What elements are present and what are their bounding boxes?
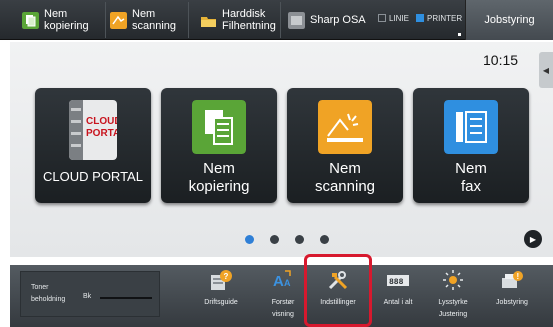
- quick-copy-label: Nem kopiering: [44, 8, 89, 32]
- tile-easy-copy[interactable]: Nem kopiering: [161, 88, 277, 203]
- divider: [280, 2, 281, 38]
- copy-icon: [192, 100, 246, 154]
- line-label: LINIE: [389, 13, 410, 23]
- copy-icon: [22, 11, 39, 29]
- next-page-button[interactable]: ▶: [524, 230, 542, 248]
- quick-scan-label: Nem scanning: [132, 8, 177, 32]
- toner-level-bar: [100, 297, 152, 299]
- chevron-right-icon: ▶: [529, 234, 537, 244]
- cloud-portal-icon: CLOUD PORTAL: [69, 100, 117, 160]
- sharp-osa-button[interactable]: Sharp OSA: [288, 0, 366, 40]
- item-label: Jobstyring: [496, 299, 528, 306]
- quick-copy-button[interactable]: Nem kopiering: [22, 0, 89, 40]
- side-panel-tab[interactable]: ◀: [539, 52, 553, 88]
- job-status-button[interactable]: Jobstyring: [465, 0, 553, 40]
- osa-icon: [288, 11, 305, 29]
- tile-label: Nem kopiering: [188, 160, 250, 195]
- toner-label: Toner beholdning: [31, 284, 66, 303]
- scan-icon: [318, 100, 372, 154]
- divider: [105, 2, 106, 38]
- scan-icon: [110, 11, 127, 29]
- item-label: Lysstyrke Justering: [438, 299, 468, 318]
- tile-label: Nem fax: [455, 160, 487, 195]
- svg-text:!: !: [517, 272, 520, 281]
- chevron-left-icon: ◀: [542, 65, 550, 75]
- brightness-icon: [443, 270, 463, 290]
- home-area: 10:15 ◀ CLOUD PORTAL CLOUD PORTAL: [10, 42, 553, 257]
- svg-text:CLOUD: CLOUD: [86, 116, 117, 127]
- item-label: Antal i alt: [383, 299, 413, 306]
- home-screen: Nem kopiering Nem scanning Harddisk Filh…: [0, 0, 553, 327]
- page-indicator: [245, 235, 345, 244]
- line-lamp-icon: [378, 14, 386, 22]
- svg-text:A: A: [284, 278, 291, 288]
- divider: [188, 2, 189, 38]
- bottom-bar: Toner beholdning Bk ? Driftsguide A A Fo…: [10, 265, 553, 327]
- page-dot[interactable]: [245, 235, 254, 244]
- tile-easy-fax[interactable]: Nem fax: [413, 88, 529, 203]
- svg-text:?: ?: [224, 272, 229, 281]
- svg-text:PORTAL: PORTAL: [86, 128, 117, 139]
- sharp-osa-label: Sharp OSA: [310, 14, 366, 26]
- fax-icon: [444, 100, 498, 154]
- clock: 10:15: [483, 52, 519, 68]
- svg-text:888: 888: [389, 278, 404, 287]
- toner-color-label: Bk: [83, 293, 92, 300]
- tile-label: Nem scanning: [314, 160, 376, 195]
- indicator-dot: [458, 33, 461, 36]
- toner-panel: Toner beholdning Bk: [20, 271, 160, 317]
- top-bar: Nem kopiering Nem scanning Harddisk Filh…: [0, 0, 553, 40]
- guide-icon: ?: [211, 270, 232, 290]
- tile-easy-scan[interactable]: Nem scanning: [287, 88, 403, 203]
- settings-highlight-frame: [304, 254, 372, 327]
- hdd-retrieve-button[interactable]: Harddisk Filhentning: [200, 0, 276, 40]
- printer-label: PRINTER: [427, 13, 463, 23]
- status-lamps: LINIE PRINTER: [378, 12, 462, 24]
- svg-text:A: A: [273, 273, 284, 290]
- job-status-bottom-button[interactable]: ! Jobstyring: [482, 265, 542, 327]
- page-dot[interactable]: [295, 235, 304, 244]
- brightness-adjust-button[interactable]: Lysstyrke Justering: [423, 265, 483, 327]
- tile-label: CLOUD PORTAL: [43, 169, 143, 184]
- page-dot[interactable]: [320, 235, 329, 244]
- quick-scan-button[interactable]: Nem scanning: [110, 0, 176, 40]
- hdd-retrieve-label: Harddisk Filhentning: [222, 8, 276, 32]
- printer-lamp-icon: [416, 14, 425, 22]
- folder-icon: [201, 16, 216, 27]
- enlarge-icon: A A: [273, 270, 291, 290]
- page-dot[interactable]: [270, 235, 279, 244]
- tile-cloud-portal[interactable]: CLOUD PORTAL CLOUD PORTAL: [35, 88, 151, 203]
- job-status-icon: !: [502, 271, 523, 288]
- counter-icon: 888: [387, 275, 409, 287]
- operation-guide-button[interactable]: ? Driftsguide: [191, 265, 251, 327]
- total-count-button[interactable]: 888 Antal i alt: [368, 265, 428, 327]
- item-label: Driftsguide: [204, 299, 238, 306]
